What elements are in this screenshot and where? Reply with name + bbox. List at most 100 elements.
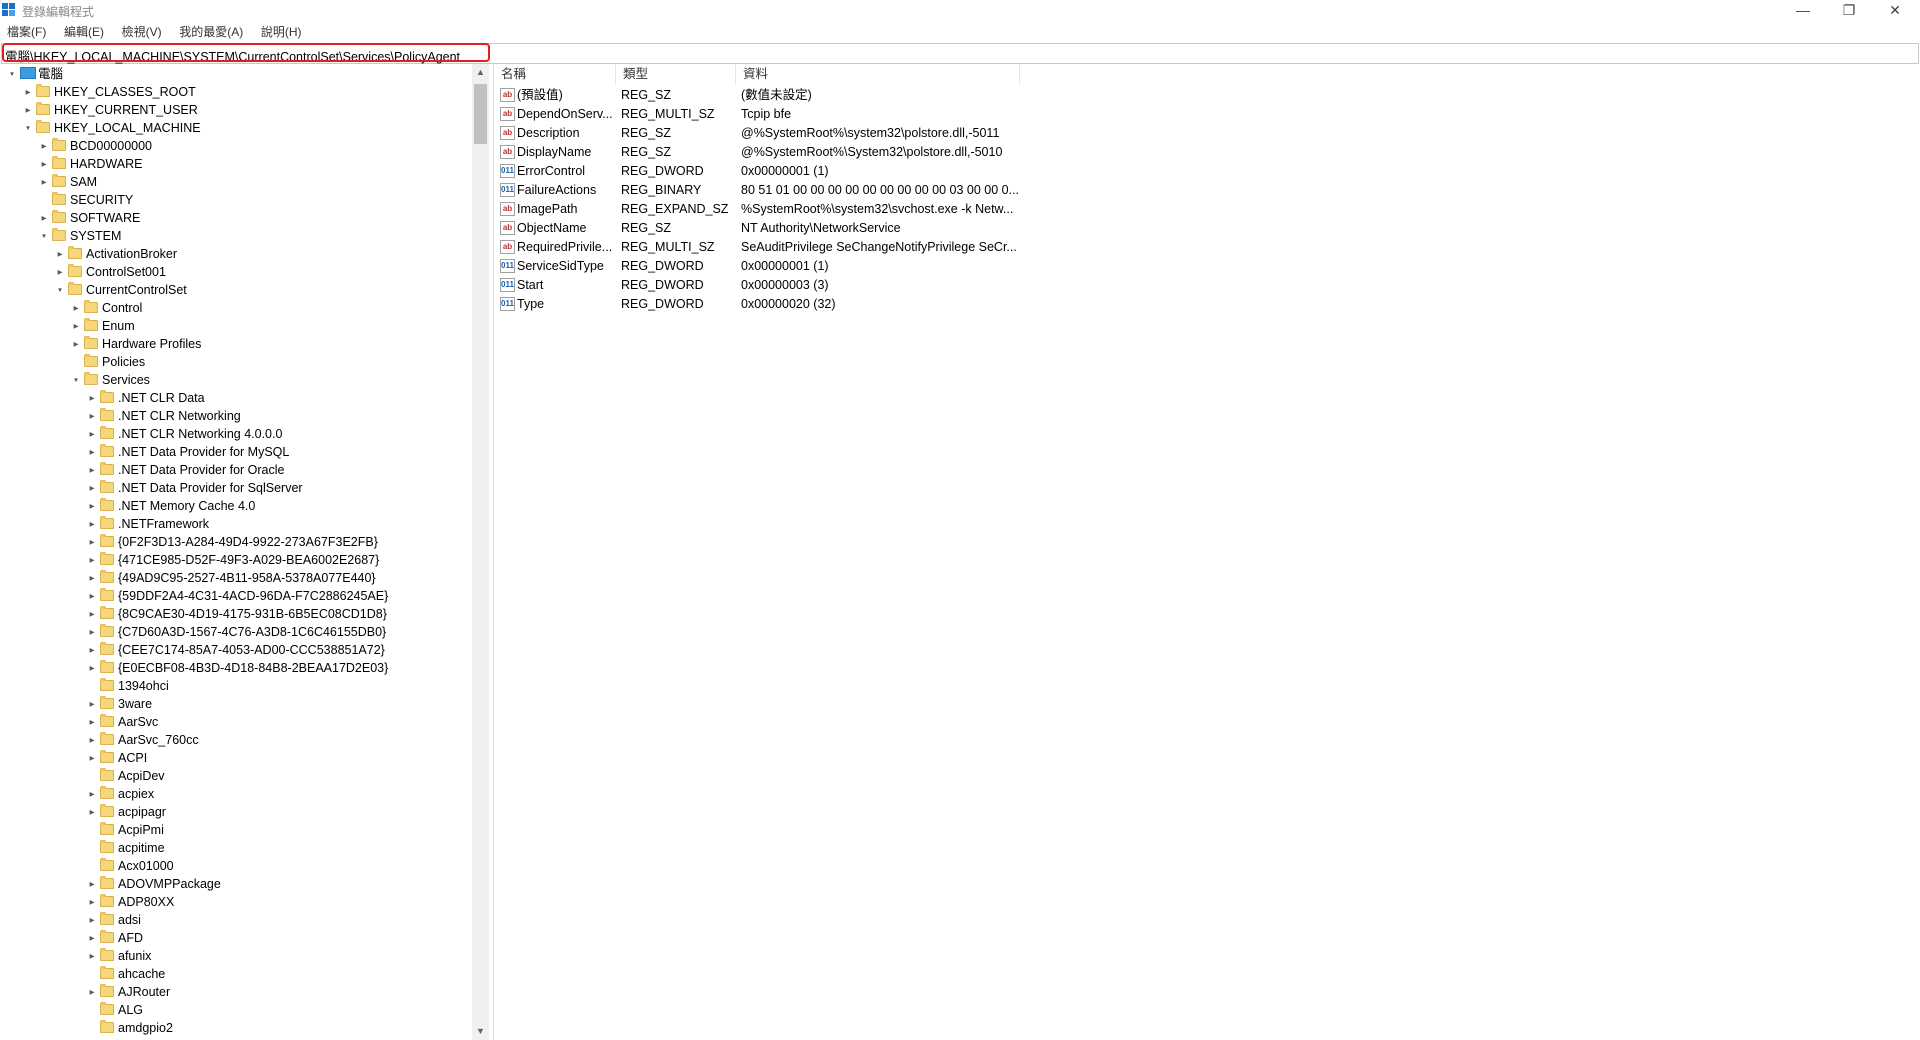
tree-node-label[interactable]: HKEY_CLASSES_ROOT (54, 83, 196, 101)
tree-node-label[interactable]: amdgpio2 (118, 1019, 173, 1037)
tree-node-label[interactable]: {E0ECBF08-4B3D-4D18-84B8-2BEAA17D2E03} (118, 659, 388, 677)
tree-node-label[interactable]: Policies (102, 353, 145, 371)
tree-node-label[interactable]: Hardware Profiles (102, 335, 201, 353)
tree-node[interactable]: ▶ ControlSet001 (0, 263, 470, 281)
expand-chevron-icon[interactable]: ▶ (88, 644, 96, 657)
expand-chevron-icon[interactable]: ▶ (56, 266, 64, 279)
tree-node[interactable]: ▶ .NET Data Provider for Oracle (0, 461, 470, 479)
tree-node[interactable]: SECURITY (0, 191, 470, 209)
tree-node-label[interactable]: ActivationBroker (86, 245, 177, 263)
scroll-down-arrow-icon[interactable]: ▼ (472, 1023, 489, 1040)
expand-chevron-icon[interactable]: ▶ (72, 338, 80, 351)
tree-node[interactable]: ▶ AarSvc_760cc (0, 731, 470, 749)
tree-node-label[interactable]: .NET Data Provider for MySQL (118, 443, 289, 461)
tree-node-label[interactable]: acpiex (118, 785, 154, 803)
minimize-button[interactable]: — (1780, 0, 1826, 22)
tree-node-label[interactable]: {471CE985-D52F-49F3-A029-BEA6002E2687} (118, 551, 379, 569)
tree-node[interactable]: Policies (0, 353, 470, 371)
expand-chevron-icon[interactable]: ▶ (88, 446, 96, 459)
tree-node[interactable]: ▶ {CEE7C174-85A7-4053-AD00-CCC538851A72} (0, 641, 470, 659)
expand-chevron-icon[interactable]: ▶ (88, 662, 96, 675)
tree-node-label[interactable]: ALG (118, 1001, 143, 1019)
tree-node[interactable]: ▶ Hardware Profiles (0, 335, 470, 353)
collapse-chevron-icon[interactable]: ▼ (24, 122, 32, 135)
expand-chevron-icon[interactable]: ▶ (72, 320, 80, 333)
tree-node[interactable]: ▶ AarSvc (0, 713, 470, 731)
tree-node[interactable]: ▶ Enum (0, 317, 470, 335)
value-row[interactable]: ab RequiredPrivile... REG_MULTI_SZ SeAuditP… (494, 238, 1054, 257)
value-row[interactable]: ab DisplayName REG_SZ @%SystemRoot%\System3… (494, 143, 1054, 162)
tree-node[interactable]: ▶ ActivationBroker (0, 245, 470, 263)
menu-view[interactable]: 檢視(V) (115, 22, 169, 42)
tree-node[interactable]: Acx01000 (0, 857, 470, 875)
value-list[interactable]: 名稱 類型 資料 ab (預設值) REG_SZ (數值未設定) ab DependOnS… (494, 64, 1920, 1040)
expand-chevron-icon[interactable]: ▶ (40, 140, 48, 153)
expand-chevron-icon[interactable]: ▶ (88, 554, 96, 567)
value-name[interactable]: Description (517, 124, 615, 143)
tree-node[interactable]: ▼ CurrentControlSet (0, 281, 470, 299)
maximize-button[interactable]: ❐ (1826, 0, 1872, 22)
collapse-chevron-icon[interactable]: ▼ (40, 230, 48, 243)
tree-node[interactable]: ▶ adsi (0, 911, 470, 929)
tree-node[interactable]: ▶ HARDWARE (0, 155, 470, 173)
tree-node-label[interactable]: SYSTEM (70, 227, 121, 245)
collapse-chevron-icon[interactable]: ▼ (72, 374, 80, 387)
tree-node[interactable]: ▶ ACPI (0, 749, 470, 767)
tree-node[interactable]: ▼ 電腦 (0, 65, 470, 83)
registry-tree[interactable]: ▼ 電腦 ▶ HKEY_CLASSES_ROOT ▶ HKEY_CURRENT_USER ▼… (0, 64, 474, 1040)
tree-node-label[interactable]: HKEY_LOCAL_MACHINE (54, 119, 201, 137)
tree-node-label[interactable]: ControlSet001 (86, 263, 166, 281)
tree-node[interactable]: ▶ afunix (0, 947, 470, 965)
tree-node-label[interactable]: .NETFramework (118, 515, 209, 533)
value-row[interactable]: ab Description REG_SZ @%SystemRoot%\system3… (494, 124, 1054, 143)
tree-node-label[interactable]: SECURITY (70, 191, 133, 209)
tree-node[interactable]: ▶ acpiex (0, 785, 470, 803)
tree-node-label[interactable]: SOFTWARE (70, 209, 140, 227)
scroll-thumb[interactable] (474, 84, 487, 144)
tree-node-label[interactable]: {C7D60A3D-1567-4C76-A3D8-1C6C46155DB0} (118, 623, 386, 641)
tree-node-label[interactable]: AJRouter (118, 983, 170, 1001)
tree-node[interactable]: ▶ {0F2F3D13-A284-49D4-9922-273A67F3E2FB} (0, 533, 470, 551)
expand-chevron-icon[interactable]: ▶ (40, 212, 48, 225)
tree-node-label[interactable]: 1394ohci (118, 677, 169, 695)
tree-node[interactable]: ▶ 3ware (0, 695, 470, 713)
tree-node-label[interactable]: {8C9CAE30-4D19-4175-931B-6B5EC08CD1D8} (118, 605, 387, 623)
value-name[interactable]: FailureActions (517, 181, 615, 200)
tree-node[interactable]: ▶ SAM (0, 173, 470, 191)
collapse-chevron-icon[interactable]: ▼ (56, 284, 64, 297)
tree-node[interactable]: ▶ {49AD9C95-2527-4B11-958A-5378A077E440} (0, 569, 470, 587)
tree-node-label[interactable]: Control (102, 299, 142, 317)
tree-node[interactable]: ▼ HKEY_LOCAL_MACHINE (0, 119, 470, 137)
tree-node-label[interactable]: ADOVMPPackage (118, 875, 221, 893)
expand-chevron-icon[interactable]: ▶ (88, 950, 96, 963)
expand-chevron-icon[interactable]: ▶ (88, 716, 96, 729)
menu-favorites[interactable]: 我的最愛(A) (172, 22, 250, 42)
menu-edit[interactable]: 編輯(E) (57, 22, 111, 42)
tree-node-label[interactable]: {49AD9C95-2527-4B11-958A-5378A077E440} (118, 569, 376, 587)
value-name[interactable]: ObjectName (517, 219, 615, 238)
value-name[interactable]: Start (517, 276, 615, 295)
tree-node[interactable]: ▶ .NET Data Provider for MySQL (0, 443, 470, 461)
tree-node-label[interactable]: afunix (118, 947, 151, 965)
tree-node[interactable]: ▼ Services (0, 371, 470, 389)
tree-node[interactable]: ▶ AFD (0, 929, 470, 947)
expand-chevron-icon[interactable]: ▶ (40, 176, 48, 189)
tree-node-label[interactable]: AFD (118, 929, 143, 947)
expand-chevron-icon[interactable]: ▶ (88, 752, 96, 765)
tree-node[interactable]: ▶ AJRouter (0, 983, 470, 1001)
expand-chevron-icon[interactable]: ▶ (88, 536, 96, 549)
value-name[interactable]: ImagePath (517, 200, 615, 219)
column-header-data[interactable]: 資料 (736, 64, 1020, 84)
tree-node[interactable]: ▶ {471CE985-D52F-49F3-A029-BEA6002E2687} (0, 551, 470, 569)
expand-chevron-icon[interactable]: ▶ (88, 500, 96, 513)
tree-node-label[interactable]: ahcache (118, 965, 165, 983)
expand-chevron-icon[interactable]: ▶ (88, 518, 96, 531)
tree-node-label[interactable]: ADP80XX (118, 893, 174, 911)
expand-chevron-icon[interactable]: ▶ (88, 932, 96, 945)
address-bar[interactable]: 電腦\HKEY_LOCAL_MACHINE\SYSTEM\CurrentCont… (1, 43, 1919, 64)
tree-node-label[interactable]: HKEY_CURRENT_USER (54, 101, 198, 119)
expand-chevron-icon[interactable]: ▶ (24, 86, 32, 99)
expand-chevron-icon[interactable]: ▶ (88, 572, 96, 585)
expand-chevron-icon[interactable]: ▶ (56, 248, 64, 261)
tree-node-label[interactable]: .NET Memory Cache 4.0 (118, 497, 255, 515)
